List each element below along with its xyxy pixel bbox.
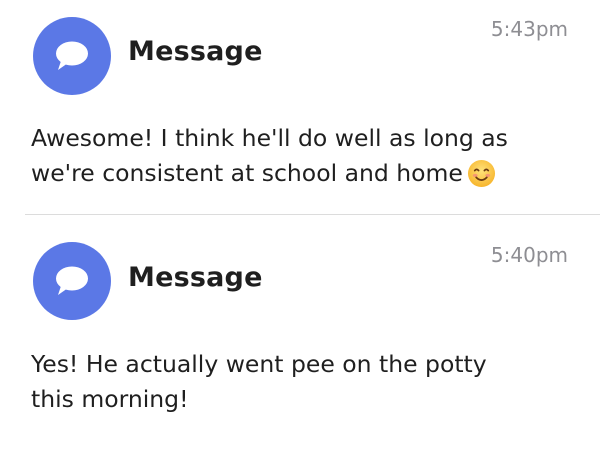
message-avatar (33, 242, 111, 320)
message-body: Awesome! I think he'll do well as long a… (31, 121, 571, 191)
message-title: Message (128, 36, 263, 67)
message-feed: Message 5:43pm Awesome! I think he'll do… (0, 0, 600, 450)
message-card[interactable]: Message 5:43pm Awesome! I think he'll do… (0, 0, 600, 214)
message-body: Yes! He actually went pee on the potty t… (31, 347, 571, 417)
message-avatar (33, 17, 111, 95)
message-timestamp: 5:40pm (490, 243, 568, 267)
message-card[interactable]: Message 5:40pm Yes! He actually went pee… (0, 215, 600, 450)
message-body-line: Yes! He actually went pee on the potty (31, 350, 487, 378)
chat-bubble-icon (56, 41, 88, 70)
message-title: Message (128, 262, 263, 293)
message-body-line: this morning! (31, 385, 189, 413)
message-body-line: Awesome! I think he'll do well as long a… (31, 124, 508, 152)
message-body-text: we're consistent at school and home (31, 159, 463, 187)
message-timestamp: 5:43pm (490, 17, 568, 41)
chat-bubble-icon (56, 266, 88, 295)
message-body-line: we're consistent at school and home (31, 156, 571, 191)
smiling-face-icon (467, 159, 495, 188)
